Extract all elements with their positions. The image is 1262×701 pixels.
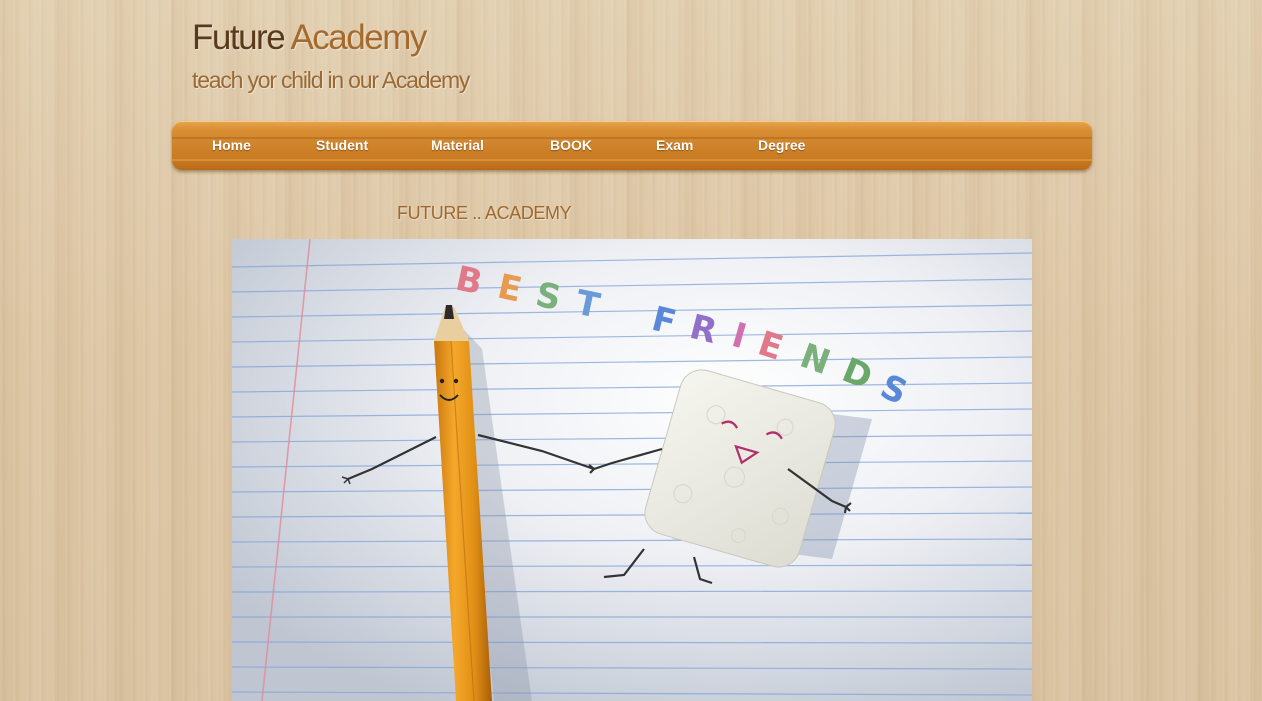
nav-item-book[interactable]: BOOK (550, 137, 592, 153)
nav-item-student[interactable]: Student (316, 137, 368, 153)
hero-image: B E S T F R I E N D S (232, 239, 1032, 701)
section-heading: FUTURE .. ACADEMY (397, 203, 572, 223)
hero-illustration: B E S T F R I E N D S (232, 239, 1032, 701)
site-title-word-future: Future (192, 18, 286, 57)
main-navigation: Home Student Material BOOK Exam Degree (172, 121, 1092, 170)
nav-item-home[interactable]: Home (212, 137, 251, 153)
nav-item-material[interactable]: Material (431, 137, 484, 153)
site-title-word-academy: Academy (290, 18, 427, 57)
site-tagline: teach yor child in our Academy (192, 67, 470, 93)
page: Future Academy teach yor child in our Ac… (0, 0, 1262, 701)
notebook-paper (232, 239, 1032, 701)
nav-item-exam[interactable]: Exam (656, 137, 693, 153)
site-title[interactable]: Future Academy (192, 16, 427, 60)
nav-item-degree[interactable]: Degree (758, 137, 805, 153)
